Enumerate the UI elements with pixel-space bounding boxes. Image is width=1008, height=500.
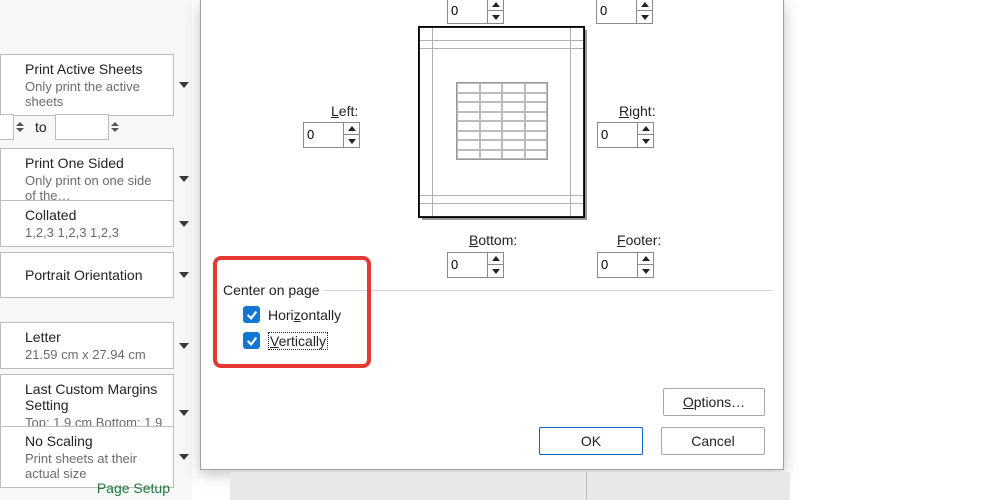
sidebar-item-collated[interactable]: Collated 1,2,3 1,2,3 1,2,3: [0, 200, 174, 247]
chevron-down-icon: [179, 272, 189, 278]
stepper-up-icon[interactable]: [111, 122, 119, 126]
footer-margin-label: Footer:: [617, 232, 661, 248]
sidebar-item-label: Portrait Orientation: [25, 267, 163, 283]
print-sidebar: Print Active Sheets Only print the activ…: [0, 0, 192, 500]
header-margin-value[interactable]: [597, 0, 633, 21]
page-setup-dialog: Left: Right: Bottom: Footer:: [200, 0, 784, 470]
chevron-down-icon: [179, 221, 189, 227]
sidebar-item-sublabel: 21.59 cm x 27.94 cm: [25, 345, 163, 362]
bottom-margin-label: Bottom:: [469, 232, 517, 248]
sidebar-item-label: Letter: [25, 329, 163, 345]
stepper-up-icon[interactable]: [344, 123, 359, 135]
sidebar-item-label: Last Custom Margins Setting: [25, 381, 163, 413]
stepper: [636, 0, 652, 23]
stepper-down-icon[interactable]: [111, 128, 119, 132]
sidebar-item-label: Print Active Sheets: [25, 61, 163, 77]
annotation-highlight: [213, 256, 371, 368]
right-margin-value[interactable]: [598, 123, 634, 145]
cancel-button[interactable]: Cancel: [661, 427, 765, 455]
left-margin-input[interactable]: [303, 122, 360, 148]
bottom-margin-value[interactable]: [448, 253, 484, 275]
right-margin-label: Right:: [619, 103, 656, 119]
sidebar-item-sublabel: Only print on one side of the…: [25, 171, 163, 203]
stepper: [487, 0, 503, 23]
chevron-down-icon: [179, 454, 189, 460]
stepper: [637, 253, 653, 277]
worksheet-background: [230, 472, 790, 500]
stepper-down-icon[interactable]: [16, 128, 24, 132]
left-margin-value[interactable]: [304, 123, 340, 145]
page-preview: [419, 27, 584, 217]
top-margin-value[interactable]: [448, 0, 484, 21]
stepper-up-icon[interactable]: [488, 253, 503, 265]
separator: [586, 472, 587, 500]
stepper-up-icon[interactable]: [638, 253, 653, 265]
sidebar-item-sublabel: 1,2,3 1,2,3 1,2,3: [25, 223, 163, 240]
footer-margin-value[interactable]: [598, 253, 634, 275]
header-margin-input[interactable]: [596, 0, 653, 24]
ok-button[interactable]: OK: [539, 427, 643, 455]
chevron-down-icon: [179, 82, 189, 88]
stepper-up-icon[interactable]: [488, 0, 503, 11]
sidebar-item-scaling[interactable]: No Scaling Print sheets at their actual …: [0, 426, 174, 488]
chevron-down-icon: [179, 410, 189, 416]
preview-grid-icon: [456, 82, 548, 160]
pages-range: to: [0, 112, 174, 142]
right-margin-input[interactable]: [597, 122, 654, 148]
page-to-input[interactable]: [55, 114, 109, 140]
stepper: [343, 123, 359, 147]
sidebar-item-sublabel: Only print the active sheets: [25, 77, 163, 109]
sidebar-item-sublabel: Print sheets at their actual size: [25, 449, 163, 481]
separator: [323, 290, 773, 291]
top-margin-input[interactable]: [447, 0, 504, 24]
sidebar-item-label: Print One Sided: [25, 155, 163, 171]
stepper-up-icon[interactable]: [637, 0, 652, 11]
stepper-down-icon[interactable]: [638, 135, 653, 147]
stepper-down-icon[interactable]: [638, 265, 653, 277]
sidebar-item-active-sheets[interactable]: Print Active Sheets Only print the activ…: [0, 54, 174, 116]
sidebar-item-orientation[interactable]: Portrait Orientation: [0, 252, 174, 298]
stepper: [637, 123, 653, 147]
stepper-up-icon[interactable]: [638, 123, 653, 135]
footer-margin-input[interactable]: [597, 252, 654, 278]
pages-to-label: to: [27, 119, 55, 135]
page-setup-link[interactable]: Page Setup: [97, 480, 170, 496]
chevron-down-icon: [179, 176, 189, 182]
left-margin-label: Left:: [331, 103, 358, 119]
stepper-down-icon[interactable]: [637, 11, 652, 23]
page-from-input[interactable]: [0, 114, 14, 140]
stepper-down-icon[interactable]: [344, 135, 359, 147]
chevron-down-icon: [179, 343, 189, 349]
bottom-margin-input[interactable]: [447, 252, 504, 278]
stepper-down-icon[interactable]: [488, 265, 503, 277]
stepper-down-icon[interactable]: [488, 11, 503, 23]
stepper-up-icon[interactable]: [16, 122, 24, 126]
stepper: [487, 253, 503, 277]
sidebar-item-label: No Scaling: [25, 433, 163, 449]
sidebar-item-label: Collated: [25, 207, 163, 223]
sidebar-item-paper-size[interactable]: Letter 21.59 cm x 27.94 cm: [0, 322, 174, 369]
options-button[interactable]: Options…: [663, 388, 765, 416]
